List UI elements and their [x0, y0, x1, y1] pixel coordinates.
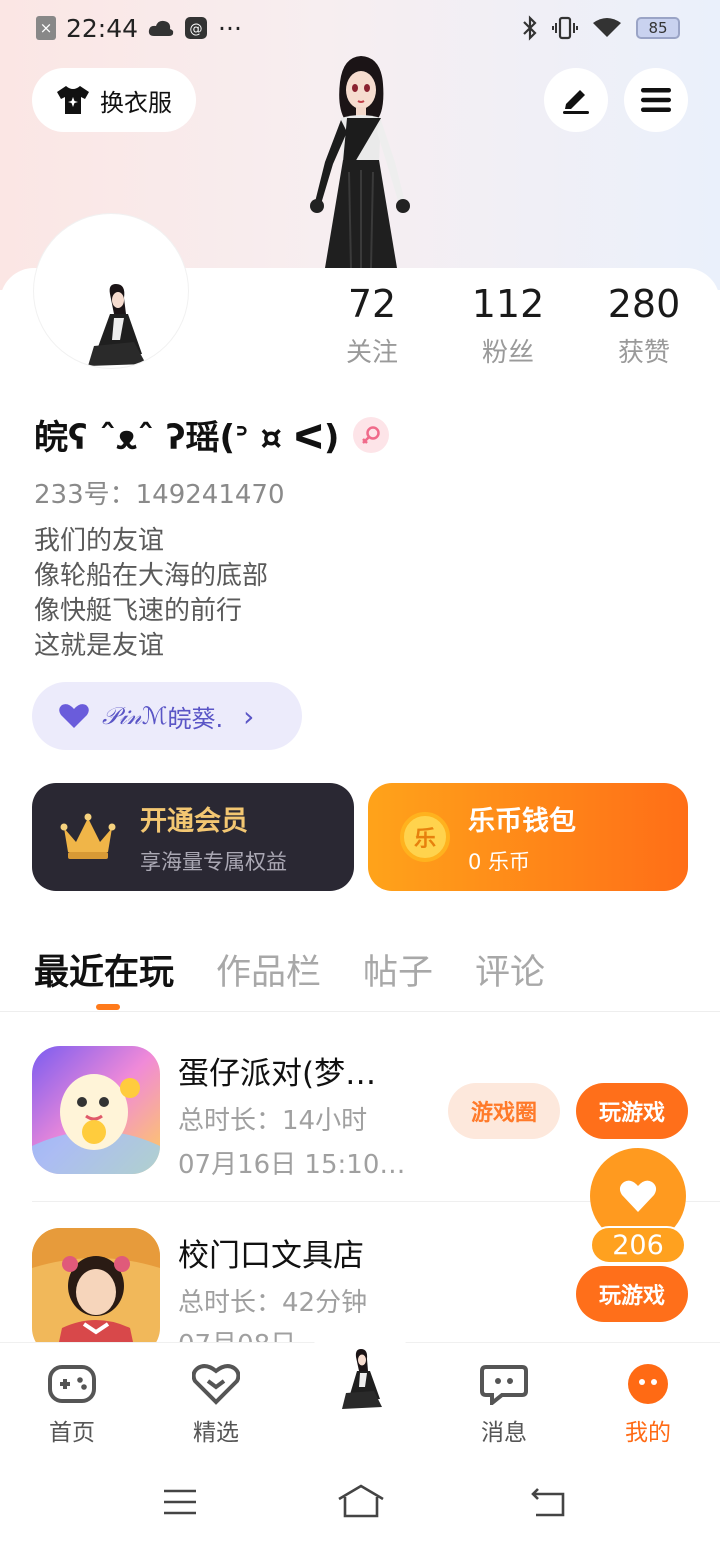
status-bar: × 22:44 @ ··· 85: [36, 8, 680, 48]
nav-me-label: 我的: [625, 1420, 671, 1446]
fan-club-badge[interactable]: 𝒫𝒾𝓃ℳ 皖葵. ›: [32, 682, 302, 750]
avatar-mini: [342, 1349, 382, 1409]
nav-avatar-center[interactable]: [310, 1313, 410, 1413]
mail-icon: @: [185, 17, 208, 39]
play-game-button[interactable]: 玩游戏: [576, 1266, 688, 1322]
user-id: 233号：149241470: [34, 480, 285, 510]
user-nickname: 皖ʕ ˆᴥˆ ʔ瑶(ᐣ ¤ ᐸ): [34, 418, 340, 458]
nav-featured[interactable]: 精选: [166, 1363, 266, 1447]
heart-icon: [59, 704, 89, 728]
likes-count: 280: [607, 282, 681, 326]
wallet-card[interactable]: 乐 乐币钱包 0 乐币: [368, 783, 688, 891]
active-tab-indicator: [96, 1004, 120, 1010]
game-icon-eggy-party: [32, 1046, 160, 1174]
likes-label: 获赞: [617, 338, 670, 368]
wifi-icon: [593, 18, 621, 37]
battery-indicator: 85: [636, 17, 680, 39]
bio-line: 像轮船在大海的底部: [34, 561, 269, 591]
bottom-navigation: 首页 精选 消息 我的: [0, 1313, 720, 1544]
club-name: 皖葵.: [167, 704, 224, 733]
nav-home[interactable]: 首页: [22, 1363, 122, 1447]
notification-icon: ×: [36, 16, 56, 40]
tab-recently-played[interactable]: 最近在玩: [34, 944, 174, 995]
system-navigation-bar: [0, 1473, 720, 1533]
menu-button[interactable]: [624, 68, 688, 132]
wallet-balance: 0 乐币: [468, 849, 531, 874]
more-status-dots: ···: [218, 13, 242, 43]
chevron-right-icon: ›: [243, 699, 255, 733]
nav-home-label: 首页: [49, 1420, 95, 1446]
chat-bubble-icon: [480, 1365, 528, 1408]
nav-messages[interactable]: 消息: [454, 1363, 554, 1447]
avatar-character-illustration: [310, 56, 410, 269]
tab-comments[interactable]: 评论: [475, 944, 545, 995]
coin-icon: 乐: [400, 812, 450, 862]
vip-membership-card[interactable]: 开通会员 享海量专属权益: [32, 783, 354, 891]
followers-label: 粉丝: [481, 338, 534, 368]
play-game-button[interactable]: 玩游戏: [576, 1083, 688, 1139]
following-stat[interactable]: 72 关注: [302, 282, 442, 369]
svg-text:@: @: [190, 22, 203, 37]
nav-me[interactable]: 我的: [598, 1363, 698, 1447]
vip-title: 开通会员: [140, 805, 248, 837]
followers-stat[interactable]: 112 粉丝: [438, 282, 578, 369]
profile-tabs: 最近在玩 作品栏 帖子 评论: [34, 944, 545, 995]
following-label: 关注: [345, 338, 398, 368]
crown-icon: [60, 813, 116, 859]
tabs-divider: [0, 1011, 720, 1012]
tshirt-icon: [57, 86, 89, 114]
status-time: 22:44: [66, 13, 139, 43]
change-outfit-label: 换衣服: [100, 88, 172, 117]
bio-line: 这就是友谊: [34, 631, 165, 661]
vibrate-icon: [552, 16, 578, 40]
wallet-title: 乐币钱包: [468, 805, 576, 837]
name-row: 皖ʕ ˆᴥˆ ʔ瑶(ᐣ ¤ ᐸ): [34, 410, 390, 459]
vip-subtitle: 享海量专属权益: [140, 849, 287, 874]
bio-line: 像快艇飞速的前行: [34, 596, 243, 626]
female-gender-icon: [353, 416, 390, 453]
recent-apps-icon[interactable]: [162, 1487, 198, 1517]
followers-count: 112: [471, 282, 545, 326]
game-title: 蛋仔派对(梦…: [178, 1056, 377, 1092]
game-duration: 总时长：14小时: [178, 1106, 368, 1136]
change-outfit-button[interactable]: 换衣服: [32, 68, 196, 132]
nav-featured-label: 精选: [193, 1420, 239, 1446]
user-bio: 我们的友谊 像轮船在大海的底部 像快艇飞速的前行 这就是友谊: [34, 524, 268, 664]
likes-stat[interactable]: 280 获赞: [574, 282, 714, 369]
home-icon[interactable]: [336, 1483, 386, 1519]
featured-diamond-icon: [191, 1364, 241, 1405]
nav-messages-label: 消息: [481, 1420, 527, 1446]
bio-line: 我们的友谊: [34, 526, 165, 556]
game-icon-stationery-shop: [32, 1228, 160, 1342]
gamepad-icon: [48, 1365, 96, 1403]
game-last-played: 07月16日 15:10…: [178, 1150, 406, 1180]
tab-works[interactable]: 作品栏: [216, 944, 321, 995]
club-script-name: 𝒫𝒾𝓃ℳ: [102, 702, 168, 730]
heart-icon: [619, 1180, 657, 1212]
avatar-image: [88, 284, 146, 366]
bluetooth-icon: [523, 15, 537, 41]
profile-avatar[interactable]: [34, 214, 188, 368]
following-count: 72: [347, 282, 397, 326]
back-icon[interactable]: [530, 1485, 568, 1519]
edit-profile-button[interactable]: [544, 68, 608, 132]
like-count-badge: 206: [590, 1226, 686, 1264]
tab-posts[interactable]: 帖子: [363, 944, 433, 995]
game-circle-button[interactable]: 游戏圈: [448, 1083, 560, 1139]
pencil-icon: [563, 90, 589, 114]
game-duration: 总时长：42分钟: [178, 1288, 368, 1318]
game-title: 校门口文具店: [178, 1238, 364, 1274]
hamburger-menu-icon: [641, 88, 671, 112]
cloud-icon: [148, 20, 174, 36]
me-face-icon: [628, 1364, 668, 1404]
